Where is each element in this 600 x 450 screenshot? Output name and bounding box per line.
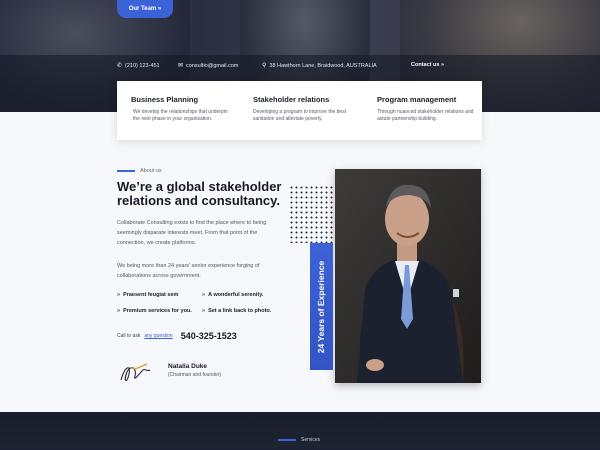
signature-image [117,358,153,388]
checklist-item: » Set a link back to photo. [202,308,272,314]
tag-line [278,439,296,441]
double-chevron-icon: » [117,308,121,314]
contact-us-link[interactable]: Contact us » [411,62,444,68]
feature-program-management[interactable]: Program management Through nuanced stake… [377,81,475,140]
any-question-link[interactable]: any question [144,333,172,339]
tag-line [117,170,135,172]
feature-title: Business Planning [131,95,199,104]
services-section [0,412,600,450]
call-phone-number[interactable]: 540-325-1523 [181,331,237,341]
contact-email[interactable]: ✉ consultio@gmail.com [178,62,239,70]
contact-address-text: 38 Hawthorn Lane, Braidwood, AUSTRALIA [269,62,377,69]
contact-address: ⚲ 38 Hawthorn Lane, Braidwood, AUSTRALIA [262,62,377,70]
feature-text: We develop the relationships that underp… [133,109,228,122]
double-chevron-icon: » [202,308,206,314]
about-tag: About us [117,168,162,174]
contact-email-text: consultio@gmail.com [186,62,239,69]
experience-banner: 24 Years of Experience [310,243,333,370]
checklist-item: » A wonderful serenity. [202,292,264,298]
contact-phone-text: (210) 123-451 [125,62,160,69]
experience-text: 24 Years of Experience [316,260,327,353]
about-tag-text: About us [140,168,162,174]
feature-checklist: » Praesent feugiat sem » A wonderful ser… [117,292,287,318]
features-card: Business Planning We develop the relatio… [117,81,482,140]
phone-icon: ✆ [117,63,123,69]
call-label: Call to ask [117,333,141,339]
founder-name: Natalia Duke [168,363,208,370]
envelope-icon: ✉ [178,63,184,69]
feature-stakeholder-relations[interactable]: Stakeholder relations Developing a progr… [253,81,353,140]
feature-text: Through nuanced stakeholder relations an… [377,109,474,122]
call-to-ask: Call to ask any question 540-325-1523 [117,331,237,341]
feature-title: Stakeholder relations [253,95,330,104]
about-title: We’re a global stakeholder relations and… [117,179,282,208]
services-tag: Services [278,437,320,443]
checklist-item: » Praesent feugiat sem [117,292,179,298]
about-paragraph-1: Collaborate Consulting exists to find th… [117,220,267,246]
checklist-item: » Premium services for you. [117,308,192,314]
double-chevron-icon: » [117,292,121,298]
contact-bar: ✆ (210) 123-451 ✉ consultio@gmail.com ⚲ … [0,62,600,74]
double-chevron-icon: » [202,292,206,298]
feature-business-planning[interactable]: Business Planning We develop the relatio… [131,81,231,140]
founder-photo [335,169,481,383]
feature-title: Program management [377,95,457,104]
feature-text: Developing a program to improve the best… [253,109,347,122]
founder-role: (Chairman and founder) [168,372,222,378]
our-team-button[interactable]: Our Team » [117,0,173,18]
founder-info: Natalia Duke (Chairman and founder) [168,363,221,378]
map-pin-icon: ⚲ [262,63,267,69]
services-tag-text: Services [301,437,321,443]
contact-phone[interactable]: ✆ (210) 123-451 [117,62,160,70]
about-paragraph-2: We being more than 24 years’ senior expe… [117,263,260,279]
